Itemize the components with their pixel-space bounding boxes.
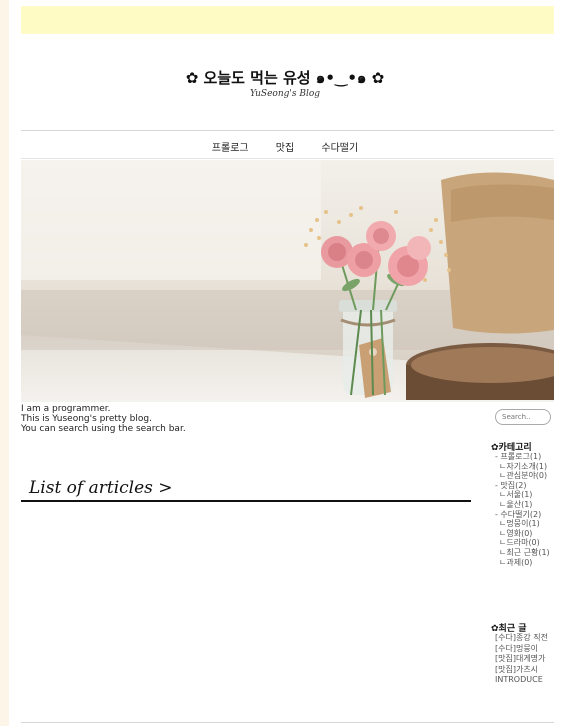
intro-line: This is Yuseong's pretty blog. [21, 414, 152, 424]
list-heading-rule [21, 500, 471, 502]
recent-posts-list: [수다]종강 직전 [수다]멍뭉이 [맛집]대게명가 [맛집]가츠시 INTRO… [495, 633, 561, 686]
nav-item-restaurants[interactable]: 맛집 [276, 143, 294, 154]
category-item[interactable]: ㄴ멍뭉이(1) [491, 519, 561, 529]
blog-intro: I am a programmer. This is Yuseong's pre… [21, 404, 481, 434]
recent-post-link[interactable]: [수다]멍뭉이 [495, 644, 561, 655]
recent-post-link[interactable]: [맛집]가츠시 [495, 665, 561, 676]
site-title[interactable]: ✿ 오늘도 먹는 유성 ๑•‿•๑ ✿ [9, 66, 561, 90]
main-nav: 프롤로그 맛집 수다떨기 [9, 139, 561, 154]
footer-divider [21, 722, 554, 723]
category-item[interactable]: ㄴ관심분야(0) [491, 471, 561, 481]
category-item[interactable]: ㄴ드라마(0) [491, 538, 561, 548]
recent-post-link[interactable]: [맛집]대게명가 [495, 654, 561, 665]
page: ✿ 오늘도 먹는 유성 ๑•‿•๑ ✿ YuSeong's Blog 프롤로그 … [9, 0, 561, 726]
nav-divider-top [21, 130, 554, 131]
flower-vase-illustration [21, 160, 554, 402]
category-item[interactable]: - 수다떨기(2) [491, 510, 561, 520]
category-item[interactable]: ㄴ과제(0) [491, 558, 561, 568]
site-subtitle: YuSeong's Blog [249, 89, 321, 99]
category-item[interactable]: ㄴ영화(0) [491, 529, 561, 539]
category-list: - 프롤로그(1) ㄴ자기소개(1) ㄴ관심분야(0) - 맛집(2) ㄴ서울(… [491, 452, 561, 567]
category-item[interactable]: ㄴ서울(1) [491, 490, 561, 500]
nav-item-chat[interactable]: 수다떨기 [321, 143, 358, 154]
recent-post-link[interactable]: INTRODUCE [495, 675, 561, 686]
nav-divider-bottom [21, 158, 554, 159]
intro-line: You can search using the search bar. [21, 424, 186, 434]
nav-item-prologue[interactable]: 프롤로그 [212, 143, 249, 154]
list-of-articles-heading[interactable]: List of articles > [29, 478, 173, 498]
hero-image [21, 160, 554, 402]
category-item[interactable]: - 맛집(2) [491, 481, 561, 491]
recent-post-link[interactable]: [수다]종강 직전 [495, 633, 561, 644]
top-banner [21, 6, 554, 34]
category-item[interactable]: ㄴ최근 근황(1) [491, 548, 561, 558]
category-item[interactable]: ㄴ울산(1) [491, 500, 561, 510]
category-item[interactable]: - 프롤로그(1) [491, 452, 561, 462]
category-item[interactable]: ㄴ자기소개(1) [491, 462, 561, 472]
search-input[interactable] [495, 409, 551, 425]
intro-line: I am a programmer. [21, 404, 111, 414]
